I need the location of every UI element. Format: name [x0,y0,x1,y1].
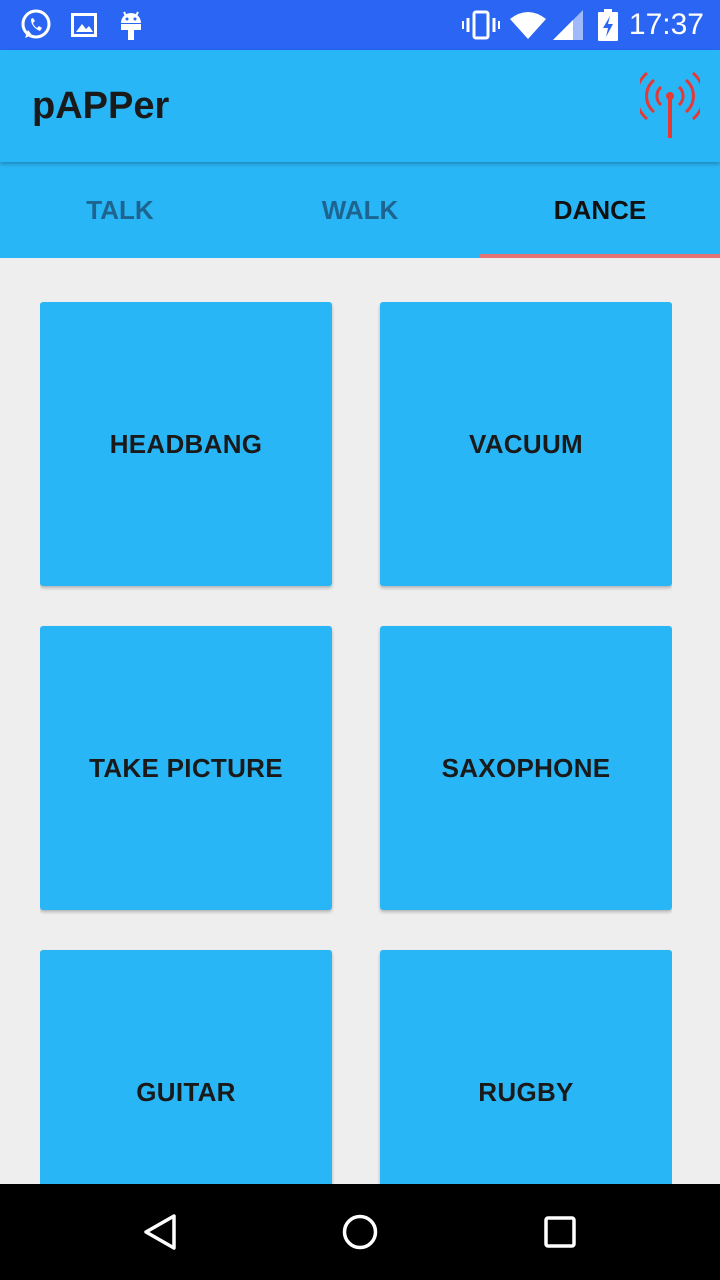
rugby-button[interactable]: RUGBY [380,950,672,1184]
headbang-button[interactable]: HEADBANG [40,302,332,586]
guitar-button[interactable]: GUITAR [40,950,332,1184]
navigation-bar [0,1184,720,1280]
clock: 17:37 [628,8,704,41]
tab-dance[interactable]: DANCE [480,162,720,258]
android-icon [116,0,146,50]
take-picture-button[interactable]: TAKE PICTURE [40,626,332,910]
home-icon [342,1214,378,1250]
saxophone-button[interactable]: SAXOPHONE [380,626,672,910]
cell-signal-icon [552,0,584,50]
home-button[interactable] [312,1184,408,1280]
tab-bar: TALK WALK DANCE [0,162,720,258]
vacuum-button[interactable]: VACUUM [380,302,672,586]
status-bar: 17:37 [0,0,720,50]
recents-button[interactable] [512,1184,608,1280]
back-button[interactable] [112,1184,208,1280]
vibrate-icon [462,0,500,50]
app-title: pAPPer [32,85,170,127]
antenna-icon [634,71,706,138]
image-icon [70,0,98,50]
recents-icon [544,1216,576,1248]
antenna-button[interactable] [634,70,706,142]
wifi-icon [510,0,546,50]
whatsapp-icon [18,0,54,50]
tab-walk[interactable]: WALK [240,162,480,258]
dance-grid: HEADBANG VACUUM TAKE PICTURE SAXOPHONE G… [40,302,672,1184]
battery-charging-icon [596,0,620,50]
back-icon [144,1214,176,1250]
tab-talk[interactable]: TALK [0,162,240,258]
app-bar: pAPPer [0,50,720,162]
